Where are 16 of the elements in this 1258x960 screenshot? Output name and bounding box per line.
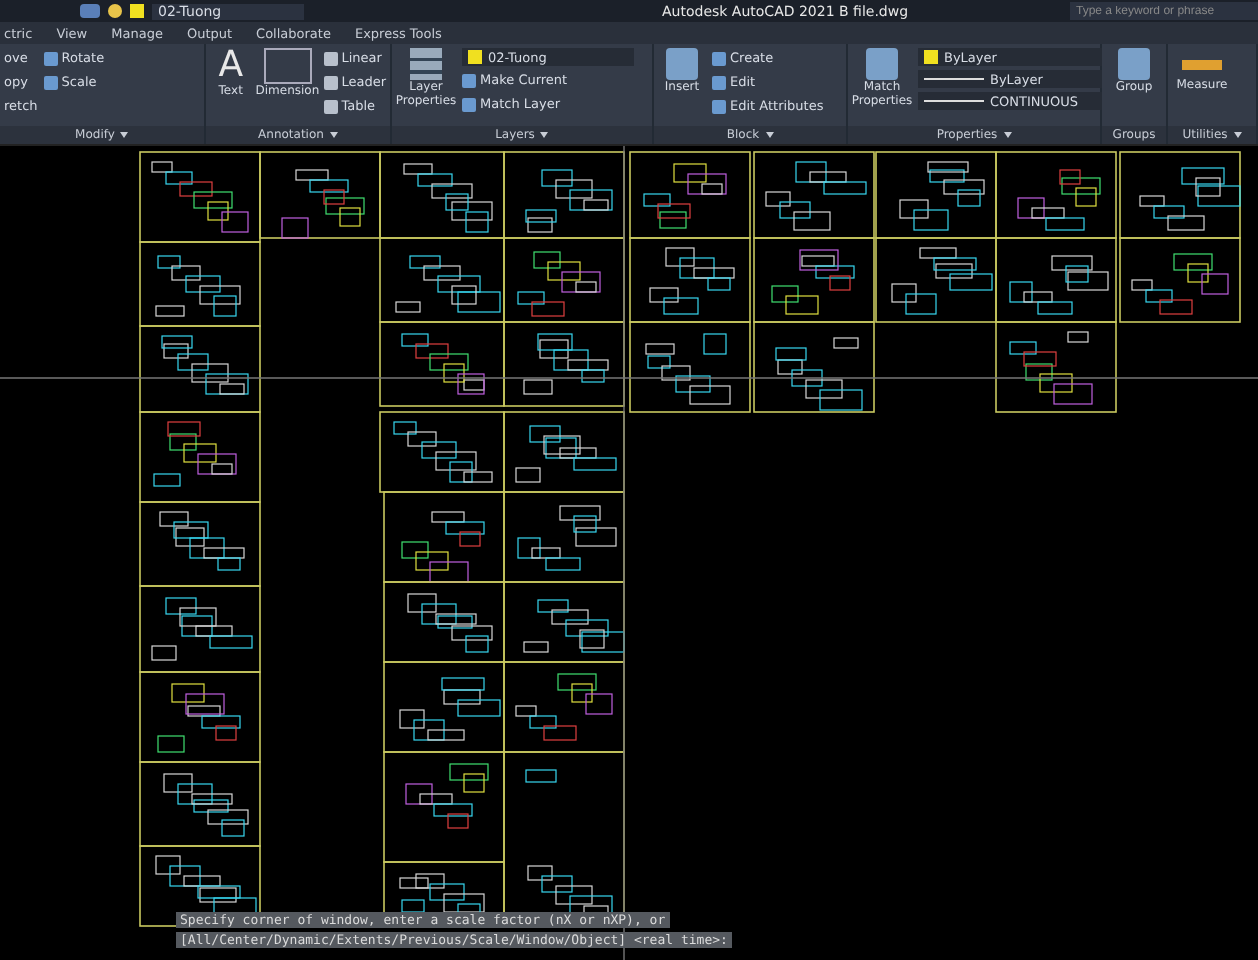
- layer-color-icon: [130, 4, 144, 18]
- caret-icon[interactable]: [120, 132, 129, 138]
- bulb-icon: [108, 4, 122, 18]
- ruler-icon: [1182, 60, 1222, 70]
- caret-icon[interactable]: [1003, 132, 1012, 138]
- line-sample-icon: [924, 100, 984, 102]
- layer-color-icon: [468, 50, 482, 64]
- dimension-icon: [263, 48, 312, 84]
- caret-icon[interactable]: [540, 132, 549, 138]
- caret-icon[interactable]: [1233, 132, 1242, 138]
- caret-icon[interactable]: [329, 132, 338, 138]
- layers-icon: [410, 48, 442, 80]
- letter-a-icon: A: [218, 48, 244, 84]
- color-swatch-icon: [924, 50, 938, 64]
- caret-icon[interactable]: [765, 132, 774, 138]
- line-sample-icon: [924, 78, 984, 80]
